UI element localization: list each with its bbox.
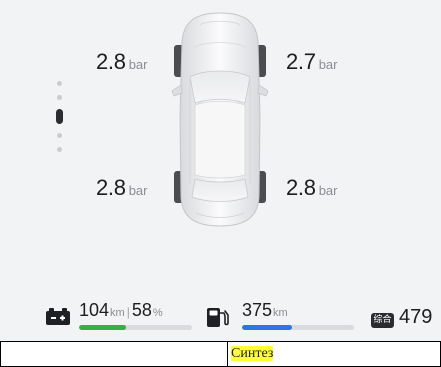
tire-pressure-front-right: 2.7 bar [286, 49, 337, 75]
battery-level-fill [79, 325, 127, 330]
page-dot[interactable] [56, 95, 62, 100]
pressure-value: 2.7 [286, 49, 316, 74]
combined-range: 479 [399, 306, 432, 329]
table-cell-left [0, 341, 228, 367]
pressure-unit: bar [128, 183, 148, 198]
battery-percent-value: 58 [131, 300, 152, 320]
page-dot[interactable] [56, 147, 62, 152]
fuel-range-value: 375 [242, 300, 273, 320]
tire-pressure-screen: 2.8 bar 2.7 bar 2.8 bar 2.8 bar 104km | 58% [0, 0, 441, 341]
combined-badge: 综合 [371, 313, 394, 328]
tire-pressure-front-left: 2.8 bar [96, 49, 147, 75]
battery-range-value: 104 [79, 300, 110, 320]
battery-level-bar [79, 325, 192, 330]
pressure-unit: bar [318, 183, 338, 198]
battery-range: 104km | 58% [79, 300, 163, 321]
pressure-value: 2.8 [96, 175, 126, 200]
fuel-pump-icon [207, 308, 229, 327]
fuel-level-bar [242, 325, 354, 330]
separator: | [126, 305, 130, 319]
fuel-level-fill [242, 325, 293, 330]
caption-table: Синтез [0, 341, 441, 367]
battery-range-unit: km [110, 307, 125, 319]
page-indicator[interactable] [55, 81, 63, 161]
tire-pressure-rear-right: 2.8 bar [286, 175, 337, 201]
battery-icon [46, 308, 70, 325]
battery-percent-unit: % [152, 307, 163, 319]
combined-badge-label: 综合 [373, 315, 392, 325]
page-dot-active[interactable] [55, 109, 63, 124]
table-row: Синтез [0, 341, 441, 367]
pressure-value: 2.8 [96, 49, 126, 74]
page-dot[interactable] [56, 81, 62, 86]
highlighted-text: Синтез [231, 346, 274, 361]
range-status-bar: 104km | 58% 375km 综合 479 [0, 296, 441, 336]
pressure-value: 2.8 [286, 175, 316, 200]
car-top-view-icon [171, 12, 269, 227]
pressure-unit: bar [318, 57, 338, 72]
combined-range-value: 479 [399, 306, 433, 328]
fuel-range-unit: km [273, 307, 288, 319]
fuel-range: 375km [242, 300, 288, 321]
page-dot[interactable] [56, 133, 62, 138]
table-cell-right: Синтез [227, 341, 441, 367]
tire-pressure-rear-left: 2.8 bar [96, 175, 147, 201]
pressure-unit: bar [128, 57, 148, 72]
